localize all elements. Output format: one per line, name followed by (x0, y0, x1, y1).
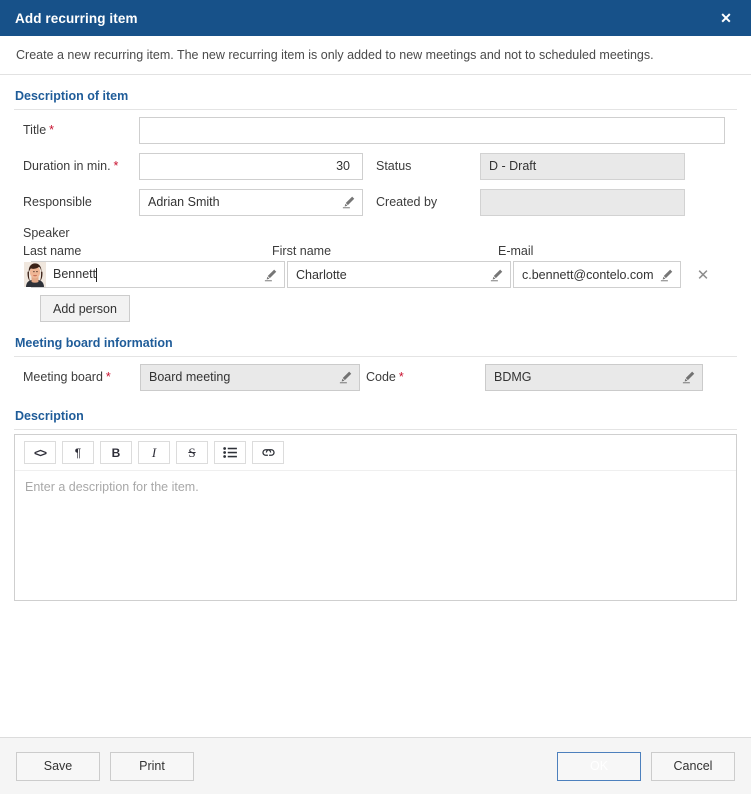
speaker-column-headers: Last name First name E-mail (14, 242, 737, 261)
link-icon[interactable] (252, 441, 284, 464)
avatar (24, 262, 46, 287)
description-editor-toolbar: <> ¶ B I S (15, 435, 736, 471)
bold-icon[interactable]: B (100, 441, 132, 464)
section-title-meeting-board-information: Meeting board information (15, 336, 173, 350)
status-field: D - Draft (480, 152, 685, 180)
title-label: Title * (14, 123, 139, 137)
title-input[interactable] (139, 116, 725, 144)
responsible-label: Responsible (14, 195, 139, 209)
meeting-board-label-text: Meeting board (23, 370, 103, 384)
add-recurring-item-dialog: Add recurring item ✕ Create a new recurr… (0, 0, 751, 794)
edit-pencil-icon[interactable] (682, 370, 696, 384)
duration-label-text: Duration in min. (23, 159, 111, 173)
created-by-label-text: Created by (376, 195, 438, 209)
paragraph-icon[interactable]: ¶ (62, 441, 94, 464)
add-person-button[interactable]: Add person (40, 295, 130, 322)
dialog-description-text: Create a new recurring item. The new rec… (0, 36, 751, 75)
dialog-titlebar: Add recurring item ✕ (0, 0, 751, 36)
section-divider-2 (14, 356, 737, 357)
responsible-value: Adrian Smith (148, 195, 220, 209)
speaker-column-first-name: First name (272, 244, 332, 258)
status-label: Status (363, 159, 480, 173)
description-placeholder: Enter a description for the item. (25, 480, 199, 494)
save-button[interactable]: Save (16, 751, 100, 781)
close-icon[interactable]: ✕ (715, 7, 737, 29)
status-value: D - Draft (489, 159, 537, 173)
dialog-body: Description of item Title * Duration in m… (0, 75, 751, 737)
field-row-duration-status: Duration in min. * 30 Status D - Draft (14, 148, 737, 184)
field-row-title: Title * (14, 112, 737, 148)
description-editor: <> ¶ B I S Enter a description for the i… (14, 434, 737, 601)
section-divider-1 (14, 109, 737, 110)
created-by-label: Created by (363, 195, 480, 209)
code-value: BDMG (494, 370, 532, 384)
italic-icon[interactable]: I (138, 441, 170, 464)
edit-pencil-icon[interactable] (660, 268, 674, 282)
responsible-input[interactable]: Adrian Smith (139, 188, 363, 216)
strikethrough-icon[interactable]: S (176, 441, 208, 464)
bullet-list-icon[interactable] (214, 441, 246, 464)
meeting-board-label: Meeting board * (14, 370, 140, 384)
edit-pencil-icon[interactable] (264, 268, 278, 282)
code-input[interactable]: BDMG (485, 363, 703, 391)
responsible-label-text: Responsible (23, 195, 92, 209)
intro-text: Create a new recurring item. The new rec… (16, 48, 654, 62)
duration-value: 30 (336, 159, 350, 173)
ok-button[interactable]: OK (557, 751, 641, 781)
print-button[interactable]: Print (110, 751, 194, 781)
remove-speaker-icon[interactable]: ✕ (692, 264, 714, 286)
duration-input[interactable]: 30 (139, 152, 363, 180)
title-label-text: Title (23, 123, 47, 137)
speaker-column-last-name: Last name (23, 244, 82, 258)
field-row-meeting-board-code: Meeting board * Board meeting Code * BDMG (14, 359, 737, 395)
title-required-marker: * (49, 123, 55, 137)
section-title-description: Description (15, 409, 84, 423)
code-required-marker: * (398, 370, 404, 384)
meeting-board-value: Board meeting (149, 370, 231, 384)
meeting-board-required-marker: * (105, 370, 111, 384)
speaker-column-email: E-mail (498, 244, 534, 258)
speaker-first-name-value: Charlotte (296, 267, 347, 282)
code-label: Code * (360, 370, 485, 384)
edit-pencil-icon[interactable] (490, 268, 504, 282)
field-row-responsible-createdby: Responsible Adrian Smith Created by (14, 184, 737, 220)
section-title-description-of-item: Description of item (15, 89, 129, 103)
duration-required-marker: * (113, 159, 119, 173)
section-divider-3 (14, 429, 737, 430)
dialog-title: Add recurring item (15, 10, 138, 26)
dialog-footer: Save Print OK Cancel (0, 737, 751, 794)
cancel-button[interactable]: Cancel (651, 751, 735, 781)
speaker-email-input[interactable]: c.bennett@contelo.com (513, 261, 681, 288)
status-label-text: Status (376, 159, 412, 173)
speaker-row: Bennett Charlotte c.bennett@contelo.com … (14, 261, 737, 288)
duration-label: Duration in min. * (14, 159, 139, 173)
code-label-text: Code (366, 370, 396, 384)
created-by-field (480, 188, 685, 216)
speaker-email-value: c.bennett@contelo.com (522, 267, 654, 282)
speaker-last-name-input[interactable]: Bennett (24, 261, 285, 288)
add-person-wrapper: Add person (14, 288, 737, 322)
speaker-first-name-input[interactable]: Charlotte (287, 261, 511, 288)
code-block-icon[interactable]: <> (24, 441, 56, 464)
edit-pencil-icon[interactable] (342, 195, 356, 209)
edit-pencil-icon[interactable] (339, 370, 353, 384)
speaker-caption: Speaker (23, 226, 70, 240)
meeting-board-input[interactable]: Board meeting (140, 363, 360, 391)
speaker-last-name-value: Bennett (53, 267, 260, 282)
speaker-last-name-text: Bennett (53, 267, 97, 282)
text-cursor (96, 267, 98, 282)
description-textarea[interactable]: Enter a description for the item. (15, 471, 736, 600)
